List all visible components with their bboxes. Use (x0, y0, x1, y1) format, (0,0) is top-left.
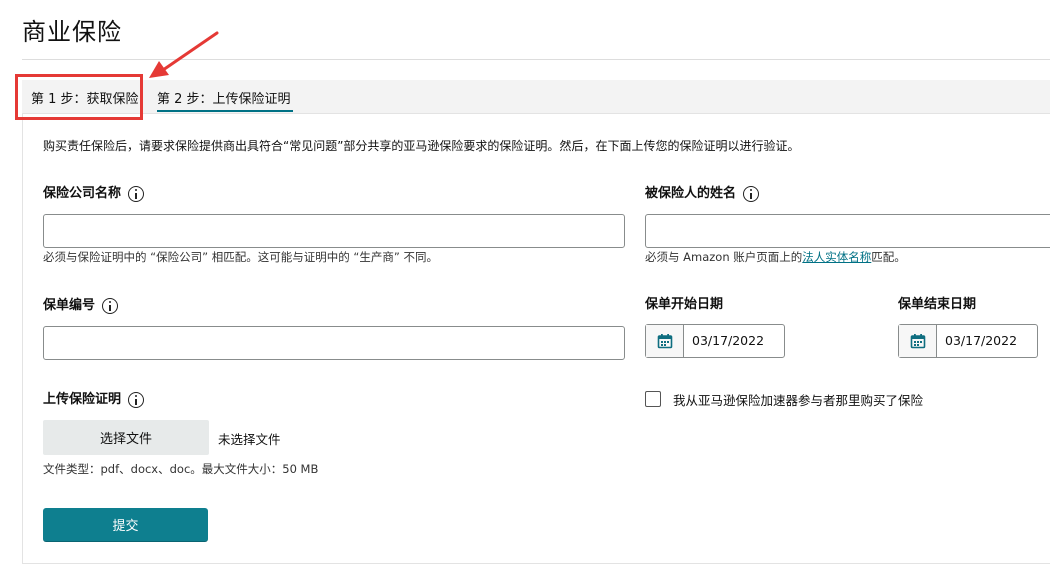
insured-name-label-text: 被保险人的姓名 (645, 186, 737, 201)
calendar-button[interactable] (646, 325, 684, 357)
submit-button[interactable]: 提交 (43, 508, 208, 542)
insured-name-label: 被保险人的姓名 (645, 185, 760, 203)
start-date-picker[interactable]: 03/17/2022 (645, 324, 785, 358)
upload-label-text: 上传保险证明 (43, 392, 122, 407)
page-title: 商业保险 (22, 18, 122, 46)
tab-step-2[interactable]: 第 2 步：上传保险证明 (157, 88, 291, 107)
calendar-icon (910, 334, 925, 349)
choose-file-button[interactable]: 选择文件 (43, 420, 209, 455)
upload-label: 上传保险证明 (43, 391, 145, 409)
policy-number-label-text: 保单编号 (43, 298, 96, 313)
info-icon[interactable] (128, 186, 145, 202)
step-tab-bar: 第 1 步：获取保险 第 2 步：上传保险证明 (22, 80, 1050, 114)
legal-entity-name-link[interactable]: 法人实体名称 (802, 250, 871, 264)
start-date-value[interactable]: 03/17/2022 (684, 325, 764, 357)
insured-name-input[interactable] (645, 214, 1050, 248)
active-tab-indicator (157, 110, 293, 112)
calendar-button[interactable] (899, 325, 937, 357)
insured-name-hint: 必须与 Amazon 账户页面上的法人实体名称匹配。 (645, 249, 906, 265)
insured-name-hint-suffix: 匹配。 (871, 250, 906, 264)
start-date-label: 保单开始日期 (645, 296, 723, 314)
calendar-icon (657, 334, 672, 349)
info-icon[interactable] (743, 186, 760, 202)
annotation-arrow-icon (149, 31, 219, 78)
file-status: 未选择文件 (218, 432, 281, 447)
start-date-label-text: 保单开始日期 (645, 297, 724, 312)
accelerator-checkbox[interactable] (645, 391, 661, 407)
policy-number-label: 保单编号 (43, 297, 119, 315)
insurer-name-hint: 必须与保险证明中的 “保险公司” 相匹配。这可能与证明中的 “生产商” 不同。 (43, 250, 438, 264)
end-date-label-text: 保单结束日期 (898, 297, 977, 312)
insurer-name-label-text: 保险公司名称 (43, 186, 122, 201)
info-icon[interactable] (102, 298, 119, 314)
insurer-name-input[interactable] (43, 214, 625, 248)
insurer-name-label: 保险公司名称 (43, 185, 145, 203)
tab-step-1[interactable]: 第 1 步：获取保险 (31, 88, 139, 107)
file-types-hint: 文件类型：pdf、docx、doc。最大文件大小：50 MB (43, 462, 319, 476)
intro-text: 购买责任保险后，请要求保险提供商出具符合“常见问题”部分共享的亚马逊保险要求的保… (43, 139, 800, 153)
end-date-value[interactable]: 03/17/2022 (937, 325, 1017, 357)
accelerator-checkbox-label[interactable]: 我从亚马逊保险加速器参与者那里购买了保险 (673, 390, 923, 409)
policy-number-input[interactable] (43, 326, 625, 360)
info-icon[interactable] (128, 392, 145, 408)
title-divider (22, 59, 1050, 60)
end-date-label: 保单结束日期 (898, 296, 976, 314)
end-date-picker[interactable]: 03/17/2022 (898, 324, 1038, 358)
insured-name-hint-prefix: 必须与 Amazon 账户页面上的 (645, 250, 803, 264)
